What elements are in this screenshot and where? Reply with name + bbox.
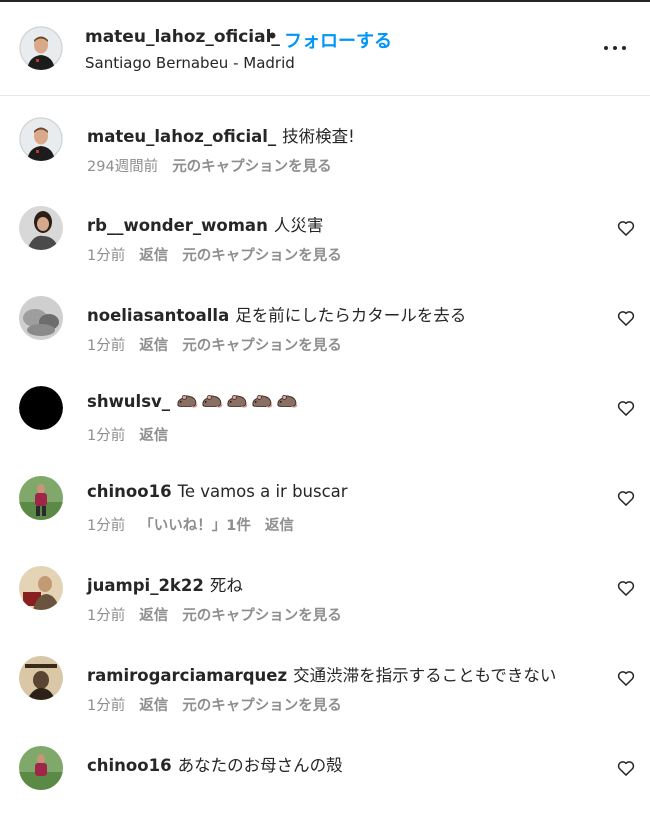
comment-time[interactable]: 1分前 [87,428,125,444]
commenter-avatar[interactable] [19,476,63,520]
heart-outline-icon[interactable] [616,308,636,328]
commenter-avatar[interactable] [19,566,63,610]
comment-item: noeliasantoalla 足を前にしたらカタールを去る 1分前 返信 元のキャプ… [0,296,650,386]
comment-text: 人災害 [273,216,324,235]
heart-outline-icon[interactable] [616,758,636,778]
comment-line: noeliasantoalla 足を前にしたらカタールを去る [87,302,466,326]
comment-text: Te vamos a ir buscar [177,482,348,501]
emoji-group [176,392,301,414]
reply-button[interactable]: 返信 [139,608,168,624]
comment-meta: 294週間前 元のキャプションを見る [87,155,346,176]
comment-time[interactable]: 1分前 [87,608,125,624]
see-original-button[interactable]: 元のキャプションを見る [182,698,342,714]
comment-line: chinoo16 あなたのお母さんの殻 [87,752,343,776]
comment-item: chinoo16 あなたのお母さんの殻 [0,746,650,836]
likes-count-button[interactable]: 「いいね！」1件 [139,518,251,534]
comment-line: ramirogarciamarquez 交通渋滞を指示することもできない [87,662,556,686]
follow-button[interactable]: フォローする [284,27,392,53]
comment-time[interactable]: 294週間前 [87,159,158,175]
see-original-button[interactable]: 元のキャプションを見る [182,338,342,354]
reply-button[interactable]: 返信 [139,698,168,714]
heart-outline-icon[interactable] [616,398,636,418]
heart-outline-icon[interactable] [616,578,636,598]
comment-username[interactable]: shwulsv_ [87,392,170,411]
commenter-avatar[interactable] [19,296,63,340]
comment-line: chinoo16 Te vamos a ir buscar [87,482,348,501]
post-location[interactable]: Santiago Bernabeu - Madrid [85,54,295,72]
heart-outline-icon[interactable] [616,488,636,508]
caption-comment: mateu_lahoz_oficial_ 技術検査! 294週間前 元のキャプション… [0,117,650,207]
comment-line: shwulsv_ [87,392,301,414]
comment-time[interactable]: 1分前 [87,338,125,354]
comment-meta: 1分前 「いいね！」1件 返信 [87,514,308,535]
comment-line: rb__wonder_woman 人災害 [87,212,323,236]
author-username[interactable]: mateu_lahoz_oficial_ [85,27,280,47]
comment-item: shwulsv_ 1分前 返信 [0,386,650,476]
comment-time[interactable]: 1分前 [87,518,125,534]
author-avatar[interactable] [19,26,63,70]
comment-time[interactable]: 1分前 [87,698,125,714]
comment-text: 技術検査! [282,127,355,146]
comment-line: mateu_lahoz_oficial_ 技術検査! [87,123,355,147]
post-header: mateu_lahoz_oficial_ • フォローする Santiago B… [0,2,650,96]
comment-text: 死ね [209,576,243,595]
comment-text: あなたのお母さんの殻 [177,756,343,775]
comment-username[interactable]: rb__wonder_woman [87,216,268,235]
separator-dot: • [267,27,278,47]
comment-item: rb__wonder_woman 人災害 1分前 返信 元のキャプションを見る [0,206,650,296]
commenter-avatar[interactable] [19,206,63,250]
reply-button[interactable]: 返信 [139,428,168,444]
comment-username[interactable]: juampi_2k22 [87,576,204,595]
see-original-button[interactable]: 元のキャプションを見る [182,248,342,264]
comment-text: 交通渋滞を指示することもできない [293,666,557,685]
comment-username[interactable]: ramirogarciamarquez [87,666,287,685]
comment-meta: 1分前 返信 元のキャプションを見る [87,334,356,355]
heart-outline-icon[interactable] [616,218,636,238]
comment-item: ramirogarciamarquez 交通渋滞を指示することもできない 1分前返… [0,656,650,746]
comment-meta: 1分前 返信 [87,424,182,445]
rat-emoji [277,395,298,408]
reply-button[interactable]: 返信 [265,518,294,534]
commenter-avatar[interactable] [19,117,63,161]
comment-username[interactable]: mateu_lahoz_oficial_ [87,127,276,146]
reply-button[interactable]: 返信 [139,338,168,354]
comment-username[interactable]: noeliasantoalla [87,306,229,325]
rat-emoji [202,395,223,408]
comment-text: 足を前にしたらカタールを去る [235,306,467,325]
more-options-icon[interactable] [600,38,630,58]
see-original-button[interactable]: 元のキャプションを見る [182,608,342,624]
comment-username[interactable]: chinoo16 [87,482,172,501]
commenter-avatar[interactable] [19,656,63,700]
heart-outline-icon[interactable] [616,668,636,688]
see-original-button[interactable]: 元のキャプションを見る [172,159,332,175]
rat-emoji [252,395,273,408]
rat-emoji [227,395,248,408]
comment-time[interactable]: 1分前 [87,248,125,264]
comment-item: juampi_2k22 死ね 1分前 返信 元のキャプションを見る [0,566,650,656]
comment-meta: 1分前 返信 元のキャプションを見る [87,244,356,265]
comment-meta: 1分前 返信 元のキャプションを見る [87,694,356,715]
commenter-avatar[interactable] [19,386,63,430]
comment-username[interactable]: chinoo16 [87,756,172,775]
comment-line: juampi_2k22 死ね [87,572,243,596]
reply-button[interactable]: 返信 [139,248,168,264]
comment-item: chinoo16 Te vamos a ir buscar 1分前 「いいね！」1件… [0,476,650,566]
commenter-avatar[interactable] [19,746,63,790]
comment-meta: 1分前 返信 元のキャプションを見る [87,604,356,625]
rat-emoji [177,395,198,408]
